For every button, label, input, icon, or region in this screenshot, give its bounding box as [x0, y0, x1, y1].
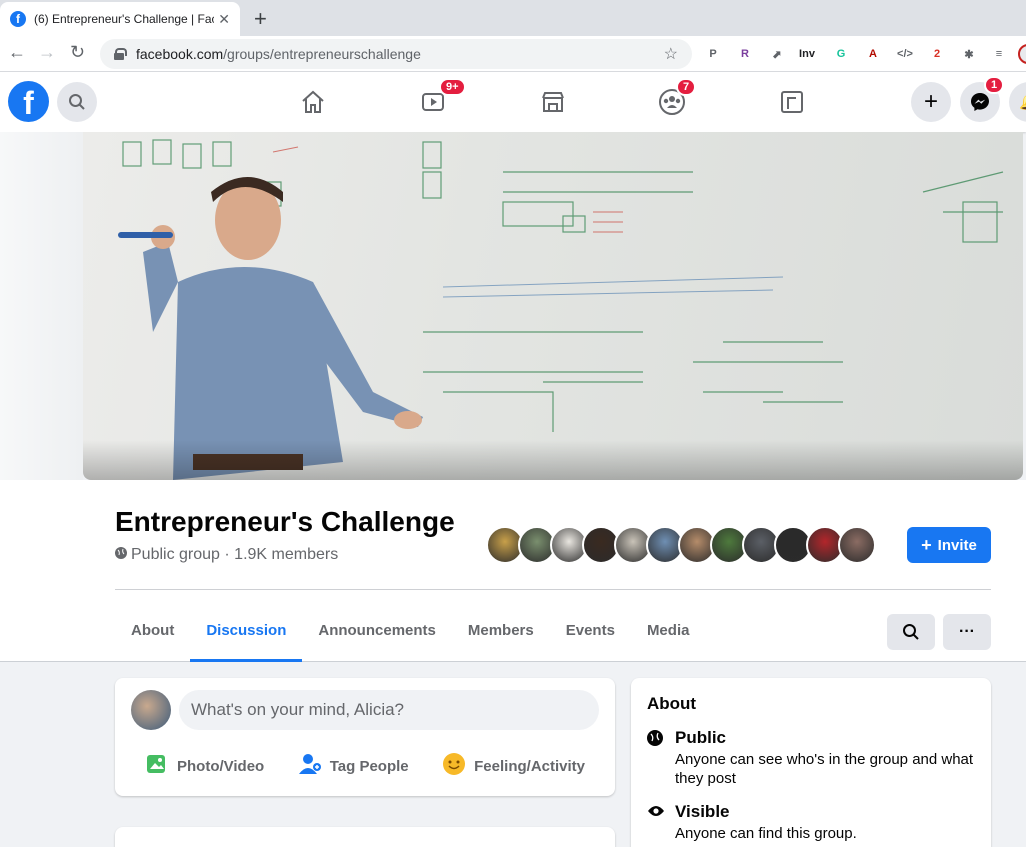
about-public-row: Public Anyone can see who's in the group… [647, 728, 977, 788]
new-tab-icon[interactable]: + [254, 6, 267, 32]
acrobat-icon[interactable]: A [864, 45, 882, 63]
bookmark-star-icon[interactable]: ☆ [664, 44, 678, 64]
header-divider [115, 589, 991, 590]
marketplace-nav-button[interactable] [537, 86, 569, 118]
about-visible-desc: Anyone can find this group. [675, 825, 857, 842]
facebook-header: f 9+ 7 + 1 🔔 [0, 72, 1026, 132]
pinterest-icon[interactable]: P [704, 45, 722, 63]
address-bar[interactable]: facebook.com/groups/entrepreneurschallen… [100, 39, 692, 69]
browser-tab[interactable]: f (6) Entrepreneur's Challenge | Faceboo… [0, 2, 240, 36]
browser-toolbar: ← → ↻ facebook.com/groups/entrepreneursc… [0, 36, 1026, 72]
about-visible-row: Visible Anyone can find this group. [647, 802, 977, 843]
plus-icon: + [921, 534, 932, 555]
tab-discussion[interactable]: Discussion [190, 612, 303, 662]
plus-icon: + [923, 88, 938, 115]
messenger-button[interactable]: 1 [960, 76, 1005, 122]
profile-avatar[interactable] [1018, 44, 1026, 64]
tab-about[interactable]: About [115, 612, 190, 662]
bell-icon: 🔔 [1019, 92, 1026, 112]
watch-nav-button[interactable]: 9+ [417, 78, 466, 118]
group-cover-photo [83, 132, 1023, 480]
group-privacy-members[interactable]: Public group · 1.9K members [131, 546, 338, 564]
back-icon[interactable]: ← [8, 42, 26, 63]
tab-members[interactable]: Members [452, 612, 550, 662]
tag-people-button[interactable]: Tag People [284, 748, 423, 784]
marketplace-icon [542, 92, 564, 112]
about-public-title: Public [675, 728, 727, 747]
avatar[interactable] [131, 690, 171, 730]
group-search-button[interactable] [887, 614, 935, 650]
globe-icon [115, 546, 127, 564]
watch-badge: 9+ [439, 78, 466, 96]
avatar[interactable] [838, 526, 876, 564]
groups-nav-button[interactable]: 7 [656, 78, 697, 118]
globe-icon [647, 730, 663, 751]
post-composer: What's on your mind, Alicia? Photo/Video… [115, 678, 615, 796]
browser-tabstrip: f (6) Entrepreneur's Challenge | Faceboo… [0, 0, 1026, 36]
about-card: About Public Anyone can see who's in the… [631, 678, 991, 847]
group-meta: Public group · 1.9K members [115, 546, 338, 564]
smiley-icon [442, 752, 466, 780]
facebook-favicon-icon: f [10, 11, 26, 27]
tab-close-icon[interactable]: ✕ [218, 11, 230, 28]
group-name: Entrepreneur's Challenge [115, 506, 455, 537]
search-button[interactable] [57, 82, 97, 122]
messenger-icon [971, 93, 989, 111]
tab-title: (6) Entrepreneur's Challenge | Facebook [34, 12, 214, 26]
code-extension-icon[interactable]: </> [896, 45, 914, 63]
red-extension-icon[interactable]: 2 [928, 45, 946, 63]
cover-backdrop [0, 132, 83, 482]
grammarly-icon[interactable]: G [832, 45, 850, 63]
tag-people-label: Tag People [329, 757, 409, 775]
more-options-button[interactable]: ··· [943, 614, 991, 650]
photo-video-button[interactable]: Photo/Video [131, 748, 278, 784]
feeling-activity-button[interactable]: Feeling/Activity [428, 748, 599, 784]
group-header: Entrepreneur's Challenge Public group · … [0, 480, 1026, 662]
tab-announcements[interactable]: Announcements [302, 612, 452, 662]
r-extension-icon[interactable]: R [736, 45, 754, 63]
composer-input[interactable]: What's on your mind, Alicia? [179, 690, 599, 730]
gaming-icon [781, 91, 803, 113]
gaming-nav-button[interactable] [776, 86, 808, 118]
eye-icon [647, 804, 665, 823]
url-text: facebook.com/groups/entrepreneurschallen… [136, 46, 421, 62]
feeling-activity-label: Feeling/Activity [474, 757, 585, 775]
create-button[interactable]: + [911, 82, 951, 122]
about-public-desc: Anyone can see who's in the group and wh… [675, 751, 974, 787]
messenger-badge: 1 [984, 76, 1005, 94]
reading-list-icon[interactable]: ≡ [990, 45, 1008, 63]
member-avatars[interactable] [486, 526, 876, 564]
more-dots-icon: ··· [959, 623, 975, 640]
photo-video-label: Photo/Video [177, 757, 265, 775]
invite-label: Invite [937, 536, 977, 554]
forward-icon[interactable]: → [38, 42, 56, 63]
inv-extension-icon[interactable]: Inv [798, 45, 816, 63]
photo-icon [145, 752, 169, 780]
groups-badge: 7 [676, 78, 697, 96]
about-visible-title: Visible [675, 802, 730, 821]
home-nav-button[interactable] [297, 86, 329, 118]
lock-icon [114, 48, 127, 60]
group-tabs: About Discussion Announcements Members Event… [115, 612, 705, 662]
invite-button[interactable]: + Invite [907, 527, 991, 563]
composer-actions: Photo/Video Tag People Feeling/Activity [131, 748, 599, 784]
search-icon [69, 94, 85, 110]
notifications-button[interactable]: 🔔 [1009, 82, 1026, 122]
puzzle-icon[interactable]: ✱ [960, 45, 978, 63]
facebook-logo-icon[interactable]: f [8, 81, 49, 122]
cover-gradient [83, 440, 1023, 480]
next-post-card [115, 827, 615, 847]
home-icon [302, 90, 324, 113]
pin-extension-icon[interactable]: ⬈ [768, 45, 786, 63]
tab-events[interactable]: Events [550, 612, 631, 662]
reload-icon[interactable]: ↻ [70, 42, 85, 63]
tab-media[interactable]: Media [631, 612, 706, 662]
whiteboard-illustration [118, 139, 1004, 480]
tag-people-icon [298, 752, 322, 780]
search-icon [903, 624, 919, 640]
about-title: About [647, 694, 697, 713]
